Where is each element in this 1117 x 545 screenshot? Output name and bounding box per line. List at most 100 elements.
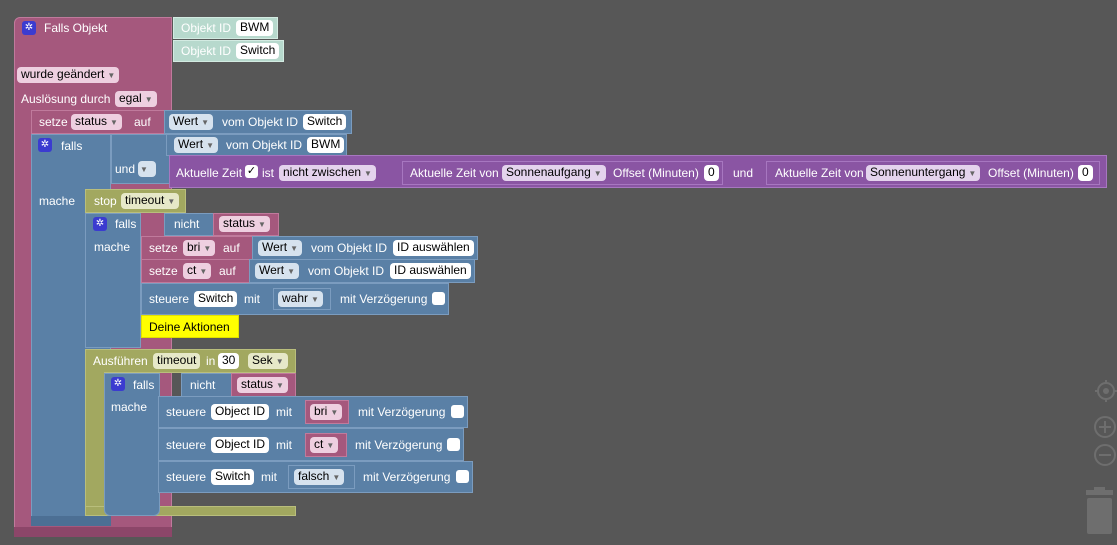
stop-dropdown[interactable]: timeout ▼ xyxy=(121,193,180,209)
dropdown-arrow-icon: ▼ xyxy=(206,141,215,150)
dropdown-arrow-icon: ▼ xyxy=(287,267,296,276)
ct-dropdown[interactable]: ct ▼ xyxy=(183,263,212,279)
steuere-label: steuere xyxy=(166,405,207,419)
zoom-in-icon[interactable] xyxy=(1093,415,1117,439)
mit-label: mit xyxy=(276,438,292,452)
ist-label: ist xyxy=(262,166,274,180)
gear-icon[interactable]: ✲ xyxy=(22,21,36,35)
und2-label: und xyxy=(733,166,754,180)
gear-icon[interactable]: ✲ xyxy=(111,377,125,391)
object-id-field[interactable]: Object ID xyxy=(211,404,270,420)
to-dropdown[interactable]: Sonnenuntergang ▼ xyxy=(866,165,981,181)
bool-dropdown[interactable]: falsch ▼ xyxy=(294,469,345,485)
oid1-value[interactable]: BWM xyxy=(236,20,274,36)
from-label: Aktuelle Zeit von xyxy=(410,166,499,180)
wert-label: Wert xyxy=(178,137,204,151)
unit-value: Sek xyxy=(252,353,273,367)
wert-dropdown[interactable]: Wert ▼ xyxy=(169,114,214,130)
gear-icon[interactable]: ✲ xyxy=(93,217,107,231)
status-dropdown[interactable]: status ▼ xyxy=(219,216,270,232)
bri-dropdown[interactable]: bri ▼ xyxy=(183,240,216,256)
dropdown-arrow-icon: ▼ xyxy=(330,408,339,417)
offset-label: Offset (Minuten) xyxy=(613,166,699,180)
auf-label: auf xyxy=(223,241,240,255)
bri-var: bri xyxy=(314,404,328,418)
delay-label: mit Verzögerung xyxy=(355,438,443,452)
nicht-label: nicht xyxy=(174,217,200,231)
zoom-out-icon[interactable] xyxy=(1093,443,1117,467)
vom-objekt-label: vom Objekt ID xyxy=(226,138,303,152)
bri-dropdown[interactable]: bri ▼ xyxy=(310,404,343,420)
if-block-3[interactable] xyxy=(104,373,160,516)
delay-checkbox[interactable] xyxy=(456,470,469,483)
falls-label: falls xyxy=(115,217,137,231)
status-dropdown[interactable]: status ▼ xyxy=(237,377,288,393)
bool-dropdown[interactable]: wahr ▼ xyxy=(278,291,323,307)
ct-dropdown[interactable]: ct ▼ xyxy=(310,437,339,453)
und-label: und xyxy=(115,162,136,176)
delay-label: mit Verzögerung xyxy=(363,470,451,484)
wert-dropdown[interactable]: Wert ▼ xyxy=(174,137,219,153)
bwm-oid-field[interactable]: BWM xyxy=(307,137,345,153)
mit-label: mit xyxy=(244,292,260,306)
steuere-label: steuere xyxy=(149,292,190,306)
nicht-label: nicht xyxy=(190,378,216,392)
unit-dropdown[interactable]: Sek ▼ xyxy=(248,353,288,369)
ausfuehren-label: Ausführen xyxy=(93,354,148,368)
status-var: status xyxy=(75,114,108,128)
delay-checkbox[interactable] xyxy=(432,292,445,305)
dropdown-arrow-icon: ▼ xyxy=(107,71,116,80)
dropdown-arrow-icon: ▼ xyxy=(275,357,284,366)
wert-label: Wert xyxy=(262,240,288,254)
setze-label: setze xyxy=(149,241,178,255)
dropdown-arrow-icon: ▼ xyxy=(258,220,266,229)
actions-label: Deine Aktionen xyxy=(149,320,230,334)
gear-icon[interactable]: ✲ xyxy=(38,138,52,152)
from-dropdown[interactable]: Sonnenaufgang ▼ xyxy=(502,165,606,181)
steuere-label: steuere xyxy=(166,470,207,484)
status-var-dropdown[interactable]: status ▼ xyxy=(71,114,122,130)
offset-from-field[interactable]: 0 xyxy=(704,165,719,181)
timeout-value-field[interactable]: 30 xyxy=(218,353,240,369)
status-var: status xyxy=(223,216,256,230)
auf-label: auf xyxy=(219,264,236,278)
switch-oid-field[interactable]: Switch xyxy=(211,469,255,485)
status-var: status xyxy=(241,377,274,391)
bri-var: bri xyxy=(187,240,201,254)
dropdown-arrow-icon: ▼ xyxy=(144,95,153,104)
delay-label: mit Verzögerung xyxy=(340,292,428,306)
oid2-value[interactable]: Switch xyxy=(236,43,280,59)
vom-objekt-label: vom Objekt ID xyxy=(222,115,299,129)
status-oid-field[interactable]: Switch xyxy=(303,114,347,130)
offset-to-field[interactable]: 0 xyxy=(1078,165,1093,181)
delay-checkbox[interactable] xyxy=(447,438,460,451)
timeout-name-field[interactable]: timeout xyxy=(153,353,201,369)
setze-label: setze xyxy=(39,115,68,129)
ct-oid-field[interactable]: ID auswählen xyxy=(390,263,471,279)
time-checkbox[interactable]: ✓ xyxy=(245,165,258,178)
trigger-dropdown[interactable]: egal ▼ xyxy=(115,91,157,107)
if-block-2[interactable] xyxy=(85,213,141,348)
delay-checkbox[interactable] xyxy=(451,405,464,418)
trash-icon[interactable] xyxy=(1082,487,1117,537)
dropdown-arrow-icon: ▼ xyxy=(140,165,148,174)
to-label: Aktuelle Zeit von xyxy=(775,166,864,180)
wert-dropdown[interactable]: Wert ▼ xyxy=(255,263,300,279)
falls-label: falls xyxy=(61,139,83,153)
changed-dropdown[interactable]: wurde geändert ▼ xyxy=(17,67,120,83)
bri-oid-field[interactable]: ID auswählen xyxy=(393,240,474,256)
dropdown-arrow-icon: ▼ xyxy=(201,118,210,127)
compare-op-dropdown[interactable]: nicht zwischen ▼ xyxy=(279,165,376,181)
object-id-field[interactable]: Object ID xyxy=(211,437,270,453)
target-icon[interactable] xyxy=(1095,380,1117,402)
und-dropdown-arrow[interactable]: ▼ xyxy=(138,161,156,177)
dropdown-arrow-icon: ▼ xyxy=(203,244,212,253)
oid2-label: Objekt ID xyxy=(181,44,232,58)
vom-objekt-label: vom Objekt ID xyxy=(308,264,385,278)
event-block-footer xyxy=(14,527,172,537)
dropdown-arrow-icon: ▼ xyxy=(199,267,208,276)
wert-dropdown[interactable]: Wert ▼ xyxy=(258,240,303,256)
dropdown-arrow-icon: ▼ xyxy=(110,118,118,127)
mache-label: mache xyxy=(39,194,76,208)
switch-oid-field[interactable]: Switch xyxy=(194,291,238,307)
